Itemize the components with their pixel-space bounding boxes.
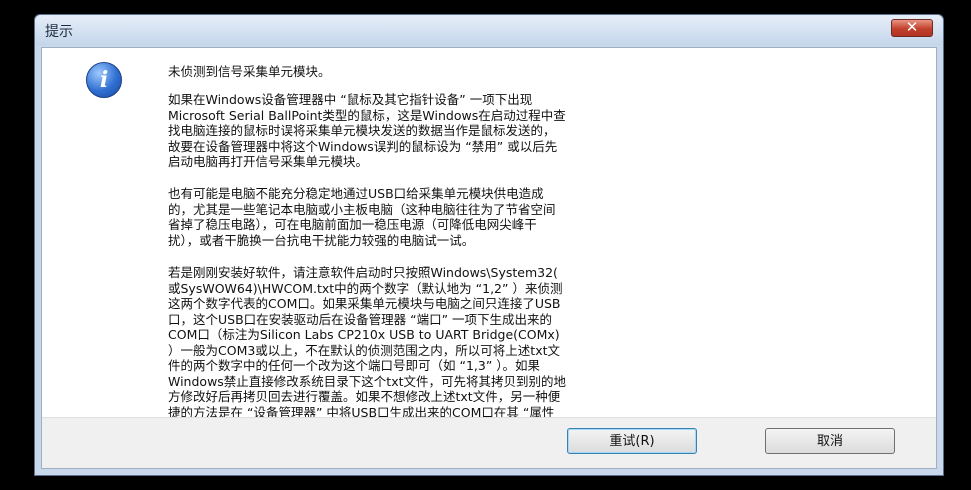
close-button[interactable]: ✕ — [891, 18, 933, 37]
dialog-content: i 未侦测到信号采集单元模块。 如果在Windows设备管理器中 “鼠标及其它指… — [41, 47, 937, 469]
message-paragraph-1: 如果在Windows设备管理器中 “鼠标及其它指针设备” 一项下出现 Micro… — [168, 92, 566, 169]
cancel-button[interactable]: 取消 — [765, 428, 895, 454]
message-paragraph-3: 若是刚刚安装好软件，请注意软件启动时只按照Windows\System32( 或… — [168, 265, 566, 435]
title-bar[interactable]: 提示 ✕ — [35, 15, 943, 45]
message-paragraph-2: 也有可能是电脑不能充分稳定地通过USB口给采集单元模块供电造成 的，尤其是一些笔… — [168, 186, 556, 248]
message-heading: 未侦测到信号采集单元模块。 — [168, 64, 331, 79]
close-icon: ✕ — [905, 18, 919, 36]
info-icon: i — [86, 62, 122, 98]
button-bar: 重试(R) 取消 — [42, 417, 936, 468]
window-title: 提示 — [45, 24, 73, 40]
dialog-window: 提示 ✕ i 未侦测到信号采集单元模块。 如果在Windows设备管理器中 “鼠… — [34, 14, 944, 476]
retry-button[interactable]: 重试(R) — [567, 428, 697, 454]
